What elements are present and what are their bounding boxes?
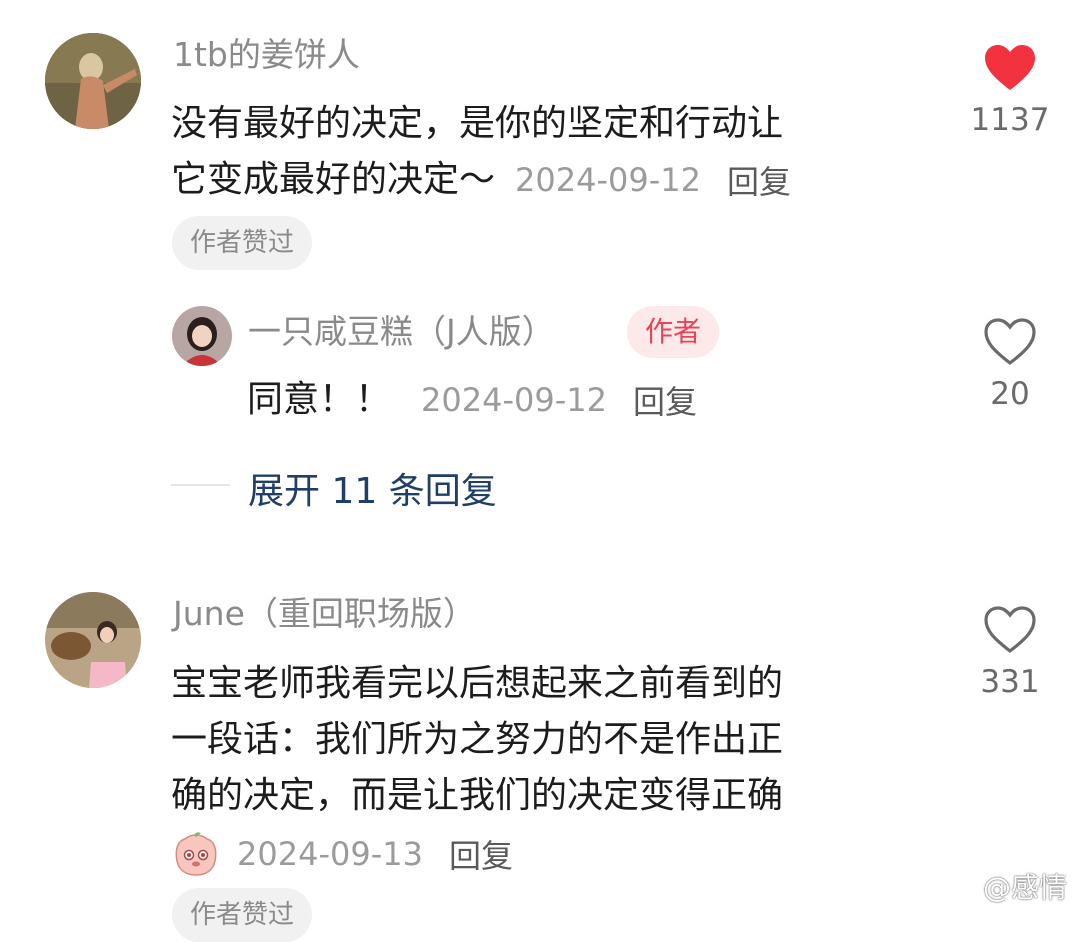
avatar[interactable] [45,33,141,129]
avatar[interactable] [172,306,232,366]
like-count: 331 [980,664,1040,700]
reply-row: 同意！！ 2024-09-12 回复 [247,372,697,428]
reply-button[interactable]: 回复 [449,831,513,877]
comment-text: 宝宝老师我看完以后想起来之前看到的 [171,663,784,704]
like-button[interactable]: 1137 [965,44,1055,140]
author-liked-badge: 作者赞过 [172,888,313,942]
divider-line [171,484,230,486]
username[interactable]: June（重回职场版） [173,594,476,634]
like-button[interactable]: 331 [965,606,1055,702]
heart-filled-icon [985,45,1035,90]
comment-meta-row: 它变成最好的决定～ 2024-09-12 回复 [171,152,791,208]
reply-date: 2024-09-12 [421,381,607,419]
author-tag: 作者 [627,306,720,358]
like-button[interactable]: 20 [965,318,1055,414]
comment-date: 2024-09-13 [237,835,423,873]
reply-button[interactable]: 回复 [727,157,791,203]
comment-date: 2024-09-12 [515,161,701,199]
author-liked-badge: 作者赞过 [172,216,313,270]
comment-meta-row: 2024-09-13 回复 [173,826,513,882]
comment-text: 没有最好的决定，是你的坚定和行动让 [171,103,784,144]
expand-replies-link[interactable]: 展开 11 条回复 [248,462,497,514]
peach-face-sticker-icon [173,831,219,877]
reply-username[interactable]: 一只咸豆糕（J人版） [248,312,555,352]
username[interactable]: 1tb的姜饼人 [173,35,360,75]
heart-outline-icon [984,318,1036,366]
reply-button[interactable]: 回复 [633,377,697,423]
reply-text: 同意！！ [247,379,392,420]
like-count: 1137 [970,102,1050,138]
comment-text: 一段话：我们所为之努力的不是作出正 [171,719,784,760]
avatar[interactable] [45,592,141,688]
watermark: @感情 [983,871,1068,904]
heart-outline-icon [984,606,1036,654]
comment-text: 确的决定，而是让我们的决定变得正确 [171,775,784,816]
like-count: 20 [990,376,1030,412]
comment-text: 它变成最好的决定～ [171,159,496,200]
